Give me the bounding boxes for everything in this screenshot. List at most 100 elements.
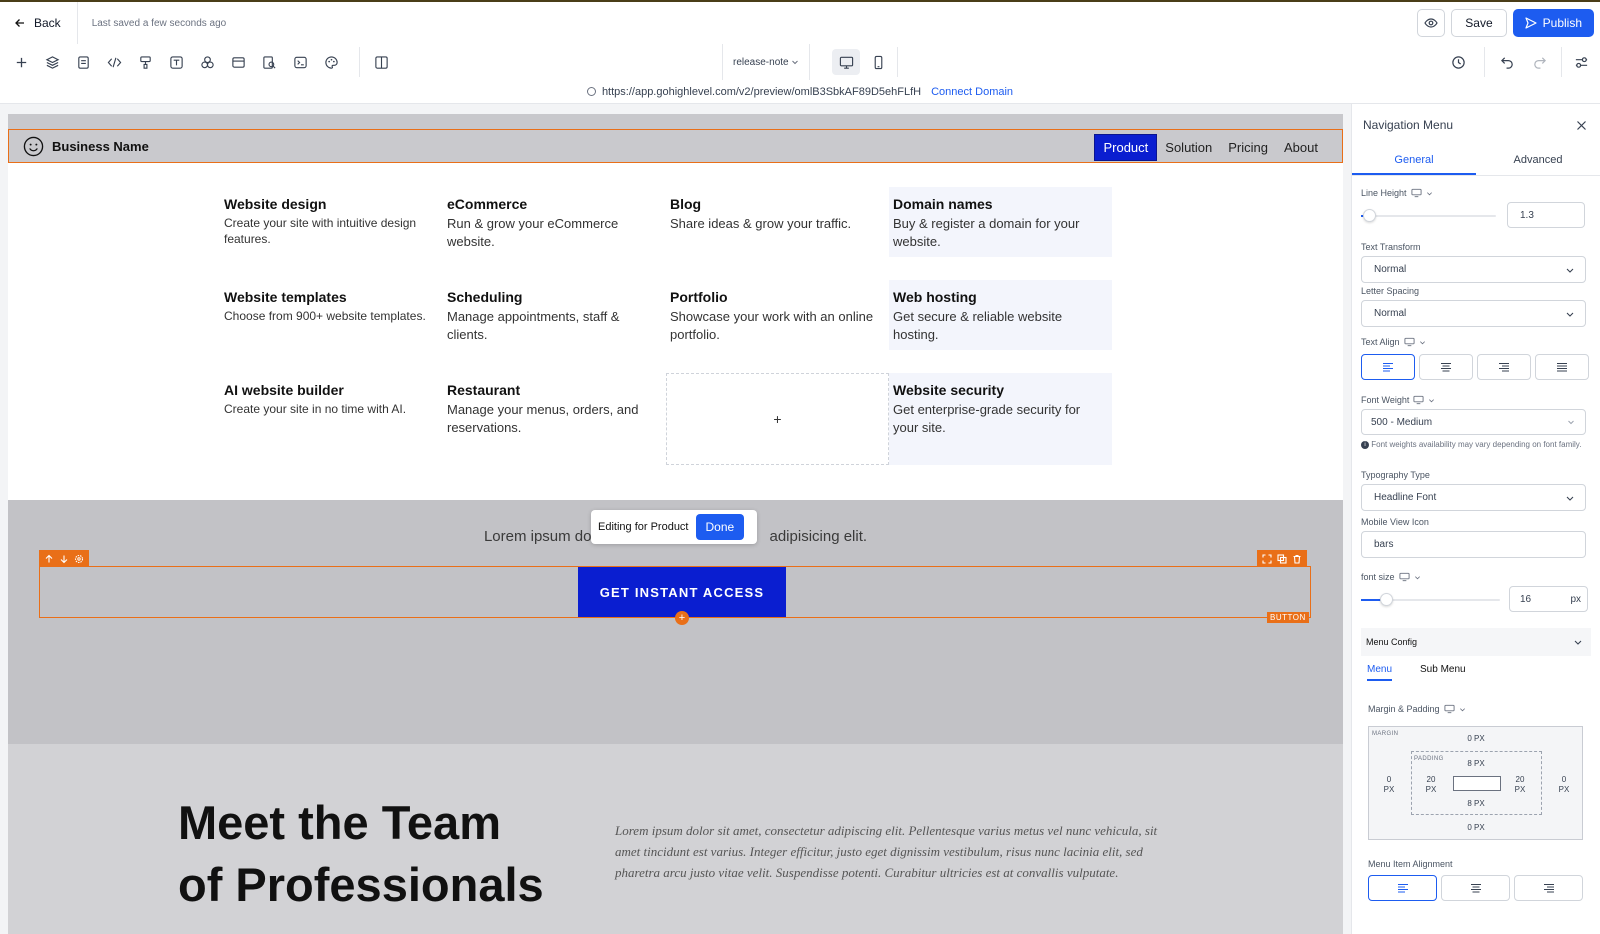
menu-card[interactable]: eCommerce Run & grow your eCommerce webs… — [443, 187, 666, 257]
styles-tool[interactable] — [130, 44, 161, 80]
text-transform-select[interactable]: Normal — [1361, 256, 1586, 283]
columns-tool[interactable] — [366, 44, 397, 80]
arrow-up-icon[interactable] — [44, 554, 54, 564]
text-align-text: Text Align — [1361, 337, 1400, 347]
top-bar: Back Last saved a few seconds ago Save P… — [0, 0, 1600, 44]
pages-tool[interactable] — [68, 44, 99, 80]
menu-align-left-button[interactable] — [1368, 875, 1437, 901]
menu-card[interactable]: Website design Create your site with int… — [220, 187, 443, 257]
menu-config-header[interactable]: Menu Config — [1361, 628, 1591, 656]
elements-tool[interactable] — [192, 44, 223, 80]
palette-icon — [325, 55, 338, 69]
history-button[interactable] — [1442, 44, 1474, 80]
menu-align-right-button[interactable] — [1514, 875, 1583, 901]
menu-card[interactable]: Website security Get enterprise-grade se… — [889, 373, 1112, 465]
desktop-icon[interactable] — [1413, 395, 1424, 405]
save-button[interactable]: Save — [1451, 9, 1507, 37]
layers-tool[interactable] — [37, 44, 68, 80]
nav-item-about[interactable]: About — [1276, 135, 1326, 160]
font-size-input[interactable]: 16 px — [1509, 586, 1588, 612]
close-icon[interactable] — [1576, 120, 1587, 131]
padding-right-value[interactable]: 20 PX — [1506, 775, 1534, 795]
scripts-tool[interactable] — [285, 44, 316, 80]
connect-domain-link[interactable]: Connect Domain — [931, 86, 1013, 98]
font-size-slider[interactable] — [1361, 593, 1500, 606]
menu-align-center-button[interactable] — [1441, 875, 1510, 901]
mobile-view-icon-input[interactable]: bars — [1361, 531, 1586, 558]
sections-tool[interactable] — [223, 44, 254, 80]
nav-item-product[interactable]: Product — [1094, 134, 1158, 161]
redo-button[interactable] — [1523, 44, 1555, 80]
typography-type-select[interactable]: Headline Font — [1361, 484, 1586, 511]
chevron-down-icon[interactable] — [1426, 190, 1433, 197]
add-element-button[interactable]: + — [675, 611, 689, 625]
margin-bottom-value[interactable]: 0 PX — [1461, 823, 1491, 833]
seo-tool[interactable] — [254, 44, 285, 80]
padding-bottom-value[interactable]: 8 PX — [1461, 799, 1491, 809]
undo-button[interactable] — [1491, 44, 1523, 80]
chevron-down-icon[interactable] — [1459, 706, 1466, 713]
menu-card[interactable]: Restaurant Manage your menus, orders, an… — [443, 373, 666, 443]
align-right-button[interactable] — [1477, 354, 1531, 380]
chevron-down-icon[interactable] — [1428, 397, 1435, 404]
align-left-icon — [1397, 884, 1408, 893]
page-selector[interactable]: release-note — [722, 44, 810, 80]
typography-tool[interactable] — [161, 44, 192, 80]
section-icon — [232, 56, 245, 68]
menu-card[interactable]: Web hosting Get secure & reliable websit… — [889, 280, 1112, 350]
menu-card[interactable]: AI website builder Create your site in n… — [220, 373, 443, 443]
site-brand[interactable]: Business Name — [23, 136, 149, 157]
line-height-slider[interactable] — [1361, 209, 1496, 222]
preview-button[interactable] — [1417, 9, 1446, 37]
site-header[interactable]: Business Name Product Solution Pricing A… — [8, 129, 1343, 163]
get-instant-access-button[interactable]: GET INSTANT ACCESS — [578, 567, 786, 617]
colors-tool[interactable] — [316, 44, 347, 80]
tab-general[interactable]: General — [1352, 146, 1476, 175]
menu-card[interactable]: Domain names Buy & register a domain for… — [889, 187, 1112, 257]
font-weight-select[interactable]: 500 - Medium — [1361, 409, 1586, 435]
chevron-down-icon[interactable] — [1414, 574, 1421, 581]
align-justify-button[interactable] — [1535, 354, 1589, 380]
menu-card[interactable]: Scheduling Manage appointments, staff & … — [443, 280, 666, 350]
padding-left-value[interactable]: 20 PX — [1417, 775, 1445, 795]
settings-panel-toggle[interactable] — [1562, 44, 1600, 80]
desktop-icon[interactable] — [1411, 188, 1422, 198]
code-tool[interactable] — [99, 44, 130, 80]
preview-url[interactable]: https://app.gohighlevel.com/v2/preview/o… — [602, 86, 921, 98]
tab-advanced[interactable]: Advanced — [1476, 146, 1600, 175]
align-center-button[interactable] — [1419, 354, 1473, 380]
line-height-input[interactable]: 1.3 — [1507, 202, 1585, 228]
add-element-tool[interactable] — [6, 44, 37, 80]
gear-icon[interactable] — [74, 554, 84, 564]
menu-card[interactable]: Website templates Choose from 900+ websi… — [220, 280, 443, 350]
align-left-button[interactable] — [1361, 354, 1415, 380]
margin-top-value[interactable]: 0 PX — [1461, 734, 1491, 744]
nav-item-solution[interactable]: Solution — [1157, 135, 1220, 160]
publish-button[interactable]: Publish — [1512, 9, 1594, 37]
add-menu-card-slot[interactable]: + — [666, 373, 889, 465]
line-height-slider-knob[interactable] — [1363, 209, 1376, 222]
margin-right-value[interactable]: 0 PX — [1550, 775, 1578, 795]
mobile-view-button[interactable] — [864, 49, 892, 75]
menu-card[interactable]: Blog Share ideas & grow your traffic. — [666, 187, 889, 257]
tab-menu[interactable]: Menu — [1367, 664, 1393, 681]
arrow-down-icon[interactable] — [59, 554, 69, 564]
desktop-icon[interactable] — [1444, 704, 1455, 714]
trash-icon[interactable] — [1292, 554, 1302, 564]
back-button[interactable]: Back — [0, 2, 78, 44]
expand-icon[interactable] — [1262, 553, 1272, 564]
letter-spacing-select[interactable]: Normal — [1361, 300, 1586, 327]
desktop-icon[interactable] — [1398, 572, 1410, 582]
padding-top-value[interactable]: 8 PX — [1461, 759, 1491, 769]
nav-item-pricing[interactable]: Pricing — [1220, 135, 1276, 160]
tab-sub-menu[interactable]: Sub Menu — [1420, 664, 1466, 681]
desktop-view-button[interactable] — [832, 49, 860, 75]
done-button[interactable]: Done — [695, 514, 745, 540]
copy-icon[interactable] — [1277, 553, 1287, 564]
menu-card[interactable]: Portfolio Showcase your work with an onl… — [666, 280, 889, 350]
desktop-icon[interactable] — [1403, 337, 1415, 347]
margin-left-value[interactable]: 0 PX — [1375, 775, 1403, 795]
team-heading: Meet the Team of Professionals — [178, 792, 544, 916]
font-size-slider-knob[interactable] — [1380, 593, 1393, 606]
chevron-down-icon[interactable] — [1419, 339, 1426, 346]
